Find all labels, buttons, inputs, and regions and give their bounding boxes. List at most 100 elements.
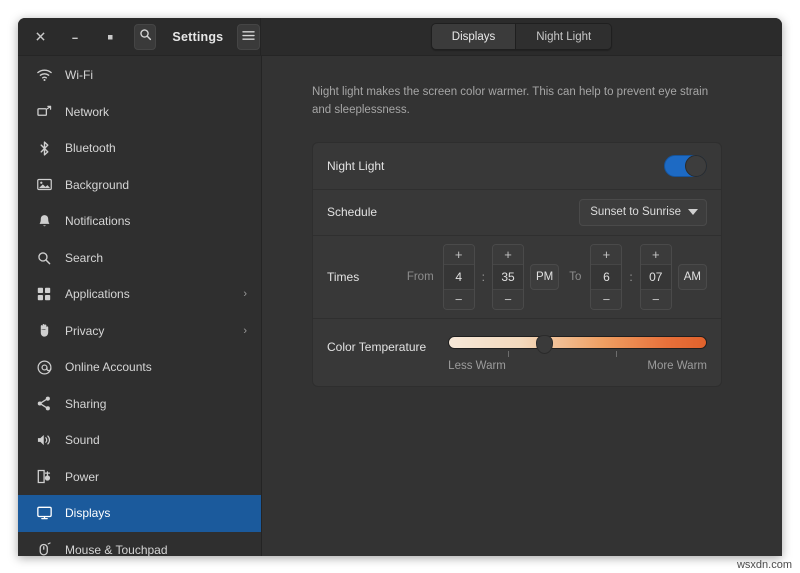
from-minute-stepper[interactable]: + 35 − <box>492 244 524 310</box>
from-minute-value[interactable]: 35 <box>493 264 523 290</box>
window-body: Wi-Fi Network <box>18 56 782 556</box>
sidebar-item-background[interactable]: Background <box>18 167 261 204</box>
color-temperature-scale-labels: Less Warm More Warm <box>448 360 707 372</box>
night-light-toggle[interactable] <box>664 155 707 177</box>
sidebar-item-power[interactable]: Power <box>18 459 261 496</box>
sidebar-item-label: Bluetooth <box>65 141 247 155</box>
to-time-group: To + 6 − : + 07 − <box>569 244 707 310</box>
chevron-right-icon: › <box>243 325 247 337</box>
hamburger-menu-icon <box>242 28 255 46</box>
tab-night-light[interactable]: Night Light <box>515 24 611 49</box>
from-meridiem-button[interactable]: PM <box>530 264 559 290</box>
sidebar-item-sharing[interactable]: Sharing <box>18 386 261 423</box>
sidebar-item-label: Sound <box>65 433 247 447</box>
toggle-knob <box>685 155 707 177</box>
sidebar-item-label: Displays <box>65 506 247 520</box>
night-light-row: Night Light <box>313 143 721 189</box>
bluetooth-icon <box>34 141 54 156</box>
from-time-colon: : <box>482 270 485 284</box>
color-temperature-slider-wrap: Less Warm More Warm <box>448 331 707 372</box>
to-meridiem-button[interactable]: AM <box>678 264 707 290</box>
color-temperature-ticks <box>448 351 707 359</box>
titlebar-right-section: Displays Night Light <box>261 18 782 55</box>
sidebar-item-label: Notifications <box>65 214 247 228</box>
window-minimize-button[interactable] <box>66 26 85 48</box>
night-light-description: Night light makes the screen color warme… <box>312 84 720 120</box>
schedule-row: Schedule Sunset to Sunrise <box>313 190 721 235</box>
to-hour-stepper[interactable]: + 6 − <box>590 244 622 310</box>
tab-displays[interactable]: Displays <box>432 24 515 49</box>
to-time-colon: : <box>629 270 632 284</box>
from-minute-increment-button[interactable]: + <box>493 245 523 264</box>
slider-tick <box>508 351 509 357</box>
color-temperature-slider[interactable] <box>448 336 707 349</box>
from-hour-value[interactable]: 4 <box>444 264 474 290</box>
to-hour-increment-button[interactable]: + <box>591 245 621 264</box>
night-light-panel: Night light makes the screen color warme… <box>262 56 782 556</box>
sidebar-item-search[interactable]: Search <box>18 240 261 277</box>
sidebar-item-bluetooth[interactable]: Bluetooth <box>18 130 261 167</box>
titlebar-left-section: Settings <box>18 18 261 55</box>
image-icon <box>34 178 54 191</box>
sidebar-item-label: Mouse & Touchpad <box>65 543 247 556</box>
night-light-settings-card: Night Light Schedule Sunset to Sunrise <box>312 142 722 387</box>
less-warm-label: Less Warm <box>448 360 506 372</box>
settings-window: Settings Displays Night Light <box>18 18 782 556</box>
sidebar-item-label: Search <box>65 251 247 265</box>
to-minute-increment-button[interactable]: + <box>641 245 671 264</box>
wifi-icon <box>34 69 54 82</box>
sidebar-item-label: Wi-Fi <box>65 68 247 82</box>
to-minute-decrement-button[interactable]: − <box>641 290 671 309</box>
sidebar-item-label: Applications <box>65 287 243 301</box>
times-label: Times <box>327 270 359 284</box>
sidebar-item-mouse-touchpad[interactable]: Mouse & Touchpad <box>18 532 261 557</box>
sidebar-item-label: Sharing <box>65 397 247 411</box>
from-hour-decrement-button[interactable]: − <box>444 290 474 309</box>
to-minute-stepper[interactable]: + 07 − <box>640 244 672 310</box>
from-label: From <box>407 271 434 283</box>
screenshot-root: Settings Displays Night Light <box>0 0 800 573</box>
network-icon <box>34 105 54 119</box>
schedule-label: Schedule <box>327 205 377 219</box>
sidebar-item-notifications[interactable]: Notifications <box>18 203 261 240</box>
main-menu-button[interactable] <box>237 24 260 50</box>
to-hour-decrement-button[interactable]: − <box>591 290 621 309</box>
window-maximize-button[interactable] <box>101 26 120 48</box>
schedule-dropdown-value: Sunset to Sunrise <box>590 206 681 218</box>
color-temperature-label: Color Temperature <box>327 331 426 354</box>
app-title: Settings <box>172 30 223 44</box>
from-minute-decrement-button[interactable]: − <box>493 290 523 309</box>
sidebar-item-network[interactable]: Network <box>18 94 261 131</box>
settings-sidebar[interactable]: Wi-Fi Network <box>18 56 262 556</box>
more-warm-label: More Warm <box>647 360 707 372</box>
schedule-dropdown[interactable]: Sunset to Sunrise <box>579 199 707 226</box>
search-button[interactable] <box>134 24 157 50</box>
monitor-icon <box>34 506 54 520</box>
window-close-button[interactable] <box>31 26 50 48</box>
from-hour-stepper[interactable]: + 4 − <box>443 244 475 310</box>
power-plug-icon <box>34 469 54 484</box>
at-sign-icon <box>34 360 54 375</box>
sidebar-item-privacy[interactable]: Privacy › <box>18 313 261 350</box>
times-row: Times From + 4 − : + <box>313 236 721 318</box>
sidebar-item-wifi[interactable]: Wi-Fi <box>18 57 261 94</box>
search-icon <box>34 251 54 265</box>
sidebar-item-label: Power <box>65 470 247 484</box>
sidebar-item-online-accounts[interactable]: Online Accounts <box>18 349 261 386</box>
search-icon <box>139 28 152 46</box>
to-minute-value[interactable]: 07 <box>641 264 671 290</box>
from-hour-increment-button[interactable]: + <box>444 245 474 264</box>
from-time-group: From + 4 − : + 35 − <box>407 244 559 310</box>
to-label: To <box>569 271 581 283</box>
chevron-right-icon: › <box>243 288 247 300</box>
sidebar-item-displays[interactable]: Displays <box>18 495 261 532</box>
hand-icon <box>34 323 54 338</box>
sidebar-item-applications[interactable]: Applications › <box>18 276 261 313</box>
sidebar-item-label: Network <box>65 105 247 119</box>
window-titlebar: Settings Displays Night Light <box>18 18 782 56</box>
to-hour-value[interactable]: 6 <box>591 264 621 290</box>
sidebar-item-sound[interactable]: Sound <box>18 422 261 459</box>
sidebar-item-label: Background <box>65 178 247 192</box>
bell-icon <box>34 214 54 229</box>
color-temperature-row: Color Temperature Less Warm More Warm <box>313 319 721 386</box>
